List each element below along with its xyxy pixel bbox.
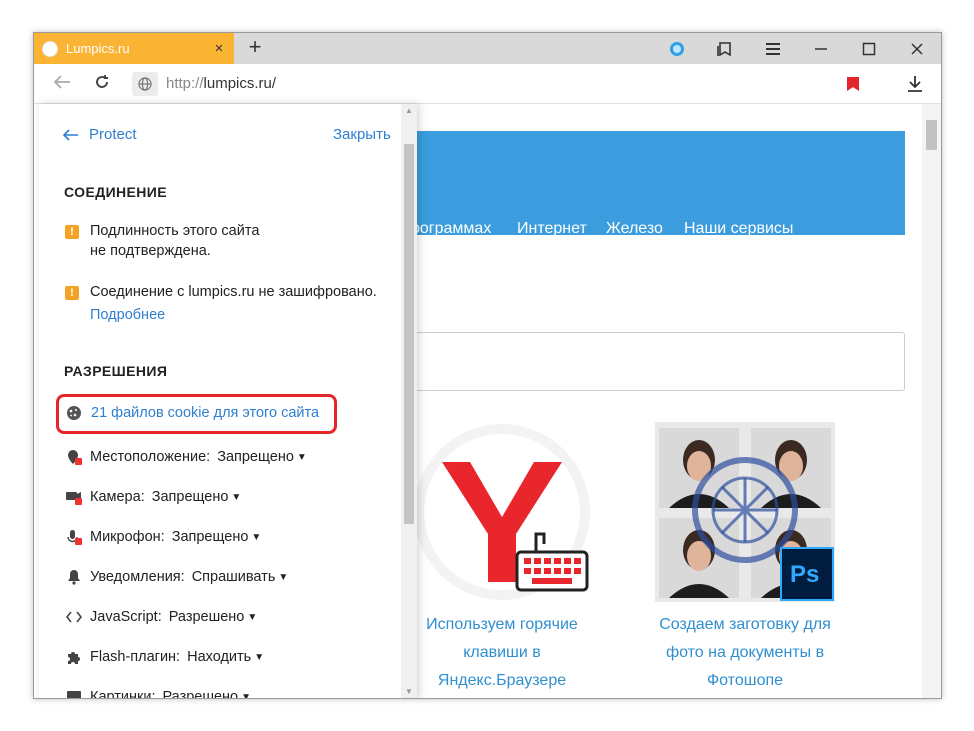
chevron-down-icon[interactable]: ▼	[241, 692, 251, 699]
download-icon[interactable]	[902, 72, 928, 96]
back-button[interactable]	[48, 72, 76, 96]
active-tab[interactable]: Lumpics.ru ×	[34, 33, 234, 64]
card-title-line: Фотошопе	[706, 672, 784, 689]
permission-label: Местоположение:	[90, 449, 211, 465]
card-title-line: Яндекс.Браузере	[437, 672, 567, 689]
scroll-up-icon[interactable]: ▲	[403, 106, 415, 115]
chevron-down-icon[interactable]: ▼	[247, 612, 257, 623]
warning-line: не подтверждена.	[90, 243, 211, 259]
permission-label: Flash-плагин:	[90, 649, 181, 665]
card-image-yandex[interactable]	[412, 422, 592, 602]
warning-identity-text: Подлинность этого сайта не подтверждена.	[90, 221, 259, 261]
chevron-down-icon[interactable]: ▼	[251, 532, 261, 543]
arrow-left-icon	[63, 128, 78, 141]
protect-back-label: Protect	[89, 126, 137, 143]
cookies-label: 21 файлов cookie для этого сайта	[91, 405, 320, 421]
permission-value[interactable]: Запрещено	[172, 529, 249, 545]
site-favicon-icon	[42, 40, 58, 57]
bell-icon	[66, 569, 82, 585]
bookmark-icon[interactable]	[847, 77, 859, 91]
site-info-button[interactable]	[132, 72, 158, 96]
warning-encryption-text: Соединение с lumpics.ru не зашифровано.	[90, 284, 377, 300]
title-bar: Lumpics.ru × +	[34, 33, 941, 64]
site-nav-link[interactable]: Железо	[606, 220, 663, 238]
globe-icon	[138, 77, 152, 91]
site-nav-link[interactable]: Интернет	[517, 220, 587, 238]
permission-microphone[interactable]: Микрофон: Запрещено ▼	[66, 529, 261, 545]
code-icon	[66, 609, 82, 625]
warning-icon: !	[65, 286, 79, 300]
permission-label: Микрофон:	[90, 529, 165, 545]
bookmarks-panel-icon[interactable]	[702, 33, 748, 64]
photoshop-logo-text: Ps	[790, 561, 819, 588]
menu-icon[interactable]	[750, 33, 796, 64]
permission-flash[interactable]: Flash-плагин: Находить ▼	[66, 649, 264, 665]
page-scrollbar[interactable]	[922, 104, 941, 698]
image-icon	[66, 689, 82, 698]
permission-notifications[interactable]: Уведомления: Спрашивать ▼	[66, 569, 288, 585]
permission-javascript[interactable]: JavaScript: Разрешено ▼	[66, 609, 257, 625]
permission-label: JavaScript:	[90, 609, 162, 625]
reload-button[interactable]	[88, 72, 116, 96]
panel-close-link[interactable]: Закрыть	[333, 126, 391, 143]
card-title-2[interactable]: Создаем заготовку для фото на документы …	[650, 611, 840, 695]
browser-window: Lumpics.ru × + http://lumpics.ru/ рограм…	[33, 32, 942, 699]
scroll-down-icon[interactable]: ▼	[403, 687, 415, 696]
close-window-icon[interactable]	[894, 33, 940, 64]
cookie-icon	[67, 406, 81, 420]
card-title-line: фото на документы в	[665, 644, 825, 661]
new-tab-button[interactable]: +	[242, 35, 268, 61]
minimize-icon[interactable]	[798, 33, 844, 64]
card-title-line: Создаем заготовку для	[659, 616, 831, 633]
microphone-icon	[66, 529, 82, 545]
protect-back-link[interactable]: Protect	[63, 126, 137, 143]
permission-value[interactable]: Спрашивать	[192, 569, 276, 585]
protect-panel: Protect Закрыть СОЕДИНЕНИЕ ! Подлинность…	[39, 104, 417, 699]
tab-close-icon[interactable]: ×	[210, 40, 228, 57]
panel-scrollbar-thumb[interactable]	[404, 144, 414, 524]
camera-icon	[66, 489, 82, 505]
permission-location[interactable]: Местоположение: Запрещено ▼	[66, 449, 307, 465]
permission-label: Картинки:	[90, 689, 156, 699]
panel-scrollbar[interactable]: ▲ ▼	[401, 104, 417, 698]
location-icon	[66, 449, 82, 465]
permissions-heading: РАЗРЕШЕНИЯ	[64, 363, 168, 379]
url-protocol: http://	[166, 75, 204, 92]
permission-camera[interactable]: Камера: Запрещено ▼	[66, 489, 241, 505]
permission-images[interactable]: Картинки: Разрешено ▼	[66, 689, 251, 699]
permission-value[interactable]: Запрещено	[217, 449, 294, 465]
card-title-1[interactable]: Используем горячие клавиши в Яндекс.Брау…	[407, 611, 597, 695]
url-host: lumpics.ru/	[203, 75, 277, 92]
permission-value[interactable]: Запрещено	[152, 489, 229, 505]
site-nav-link[interactable]: Наши сервисы	[684, 220, 793, 238]
permission-label: Камера:	[90, 489, 145, 505]
site-search-input[interactable]	[334, 332, 905, 391]
card-image-photoshop[interactable]: Ps	[655, 422, 835, 602]
address-field[interactable]: http://lumpics.ru/	[166, 75, 276, 92]
warning-icon: !	[65, 225, 79, 239]
address-toolbar: http://lumpics.ru/	[34, 64, 941, 104]
permission-value[interactable]: Находить	[187, 649, 251, 665]
permission-value[interactable]: Разрешено	[169, 609, 245, 625]
alice-icon[interactable]	[654, 33, 700, 64]
chevron-down-icon[interactable]: ▼	[297, 452, 307, 463]
puzzle-icon	[66, 649, 82, 665]
chevron-down-icon[interactable]: ▼	[254, 652, 264, 663]
tab-title: Lumpics.ru	[66, 41, 130, 56]
cookies-link[interactable]: 21 файлов cookie для этого сайта	[66, 405, 319, 421]
maximize-icon[interactable]	[846, 33, 892, 64]
page-scrollbar-thumb[interactable]	[926, 120, 937, 150]
chevron-down-icon[interactable]: ▼	[278, 572, 288, 583]
details-link[interactable]: Подробнее	[90, 307, 165, 323]
site-nav-link[interactable]: рограммах	[411, 220, 491, 238]
card-title-line: клавиши в	[463, 644, 541, 661]
permission-label: Уведомления:	[90, 569, 185, 585]
chevron-down-icon[interactable]: ▼	[231, 492, 241, 503]
warning-line: Подлинность этого сайта	[90, 223, 260, 239]
connection-heading: СОЕДИНЕНИЕ	[64, 184, 167, 200]
card-title-line: Используем горячие	[426, 616, 578, 633]
permission-value[interactable]: Разрешено	[162, 689, 238, 698]
